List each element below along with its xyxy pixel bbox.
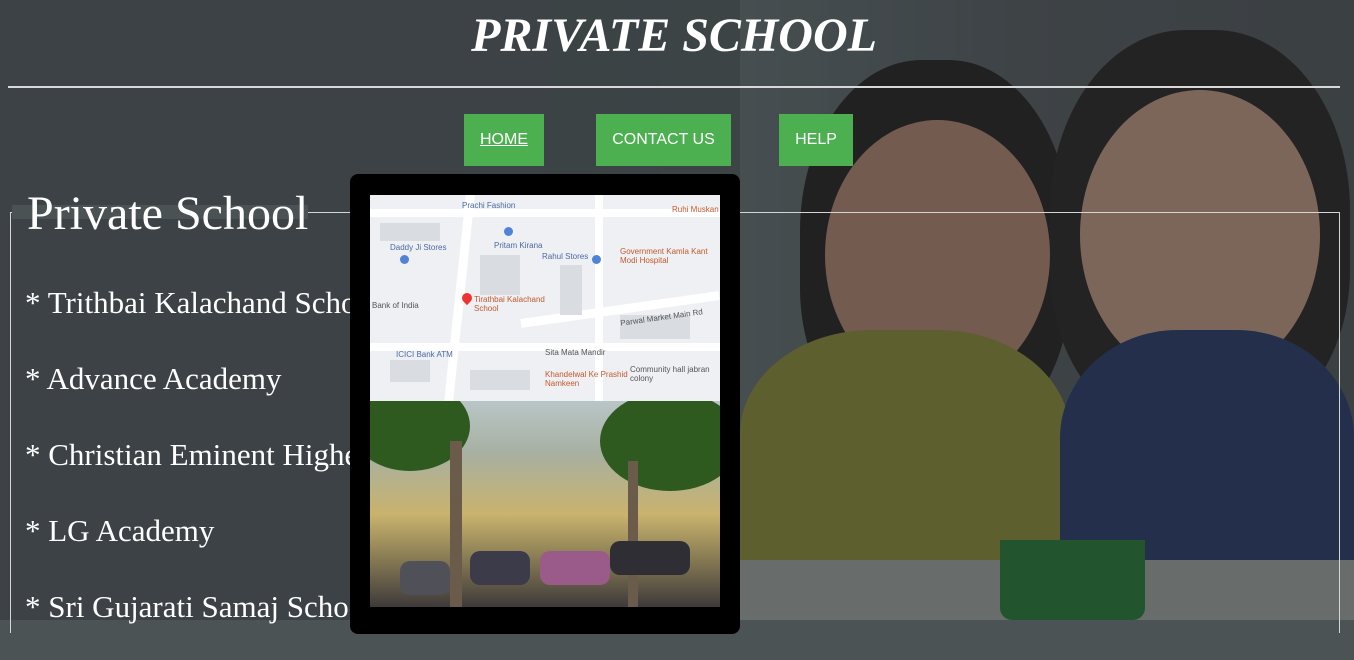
map-label: Khandelwal Ke Prashid Namkeen — [545, 370, 628, 388]
fieldset-legend: Private School — [27, 187, 309, 240]
header-divider — [8, 86, 1340, 88]
list-item[interactable]: * Advance Academy — [25, 356, 381, 432]
map-label: Government Kamla Kant Modi Hospital — [620, 247, 708, 265]
nav-help-button[interactable]: HELP — [779, 114, 853, 166]
school-list: * Trithbai Kalachand School * Advance Ac… — [25, 280, 381, 660]
nav-contact-button[interactable]: CONTACT US — [596, 114, 731, 166]
map-label: Daddy Ji Stores — [390, 243, 447, 252]
page-title: PRIVATE SCHOOL — [471, 9, 877, 62]
map-label: Rahul Stores — [542, 252, 589, 261]
list-item[interactable]: * Trithbai Kalachand School — [25, 280, 381, 356]
list-item[interactable]: * LG Academy — [25, 508, 381, 584]
map-label: Sita Mata Mandir — [545, 348, 606, 357]
school-photo — [370, 401, 720, 607]
location-map[interactable]: Prachi Fashion Ruhi Muskan Daddy Ji Stor… — [370, 195, 720, 401]
nav-home-button[interactable]: HOME — [464, 114, 544, 166]
map-label: Tirathbai Kalachand School — [474, 295, 545, 313]
map-label: Community hall jabran colony — [630, 365, 710, 383]
map-label: Pritam Kirana — [494, 241, 543, 250]
map-label: ICICI Bank ATM — [396, 350, 453, 359]
map-label: Bank of India — [372, 301, 419, 310]
map-label: Ruhi Muskan — [672, 205, 719, 214]
list-item[interactable]: * Christian Eminent Higher — [25, 432, 381, 508]
list-item[interactable]: * Sri Gujarati Samaj School — [25, 584, 381, 660]
map-label: Prachi Fashion — [462, 201, 516, 210]
